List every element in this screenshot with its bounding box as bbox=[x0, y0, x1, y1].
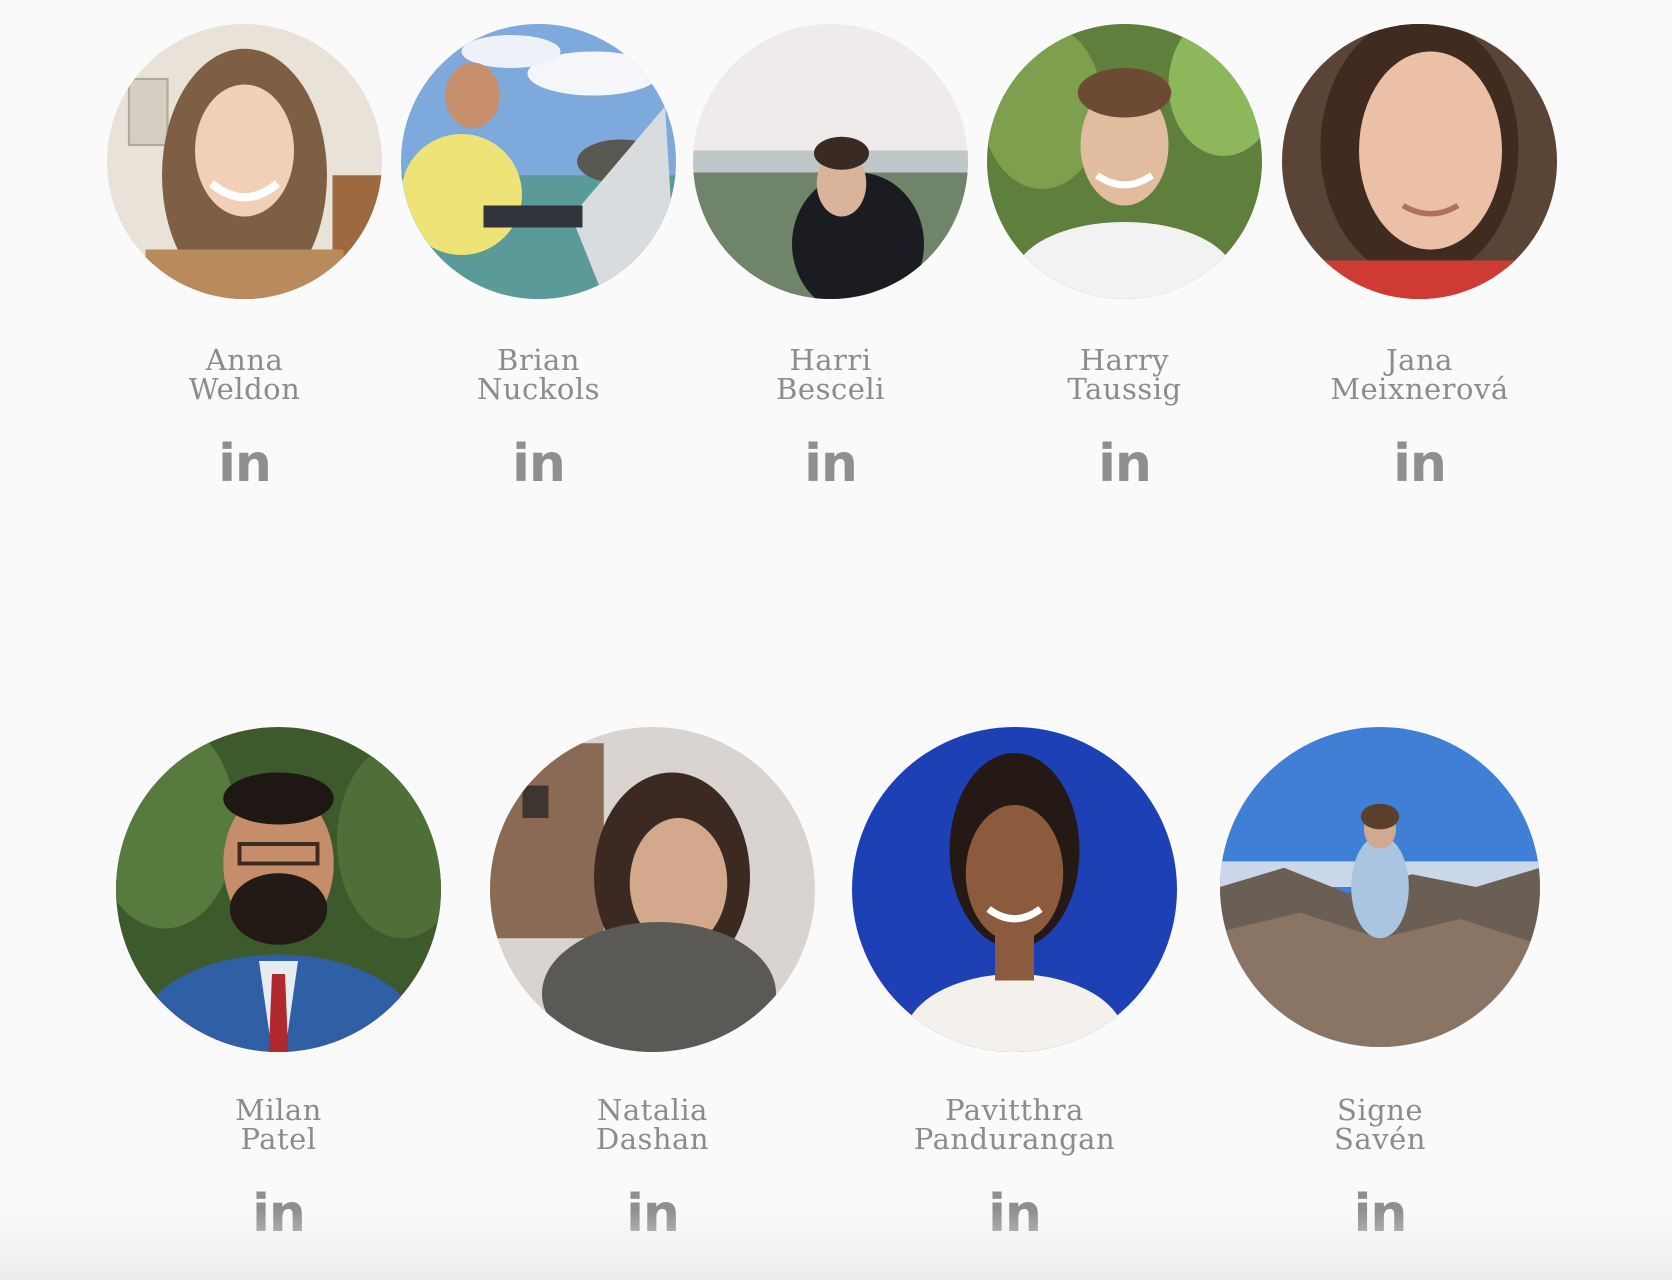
linkedin-icon[interactable]: in bbox=[1354, 1188, 1408, 1240]
member-last-name: Pandurangan bbox=[913, 1122, 1116, 1156]
member-first-name: Pavitthra bbox=[945, 1093, 1084, 1127]
member-first-name: Milan bbox=[235, 1093, 322, 1127]
member-last-name: Dashan bbox=[595, 1122, 710, 1156]
member-photo bbox=[116, 727, 441, 1052]
linkedin-icon[interactable]: in bbox=[988, 1188, 1042, 1240]
linkedin-icon[interactable]: in bbox=[252, 1188, 306, 1240]
member-first-name: Signe bbox=[1336, 1093, 1424, 1127]
team-member-signe-saven: Signe Savén in bbox=[1220, 727, 1540, 1240]
member-photo bbox=[1220, 727, 1540, 1047]
team-member-natalia-dashan: Natalia Dashan in bbox=[490, 727, 815, 1240]
member-photo bbox=[852, 727, 1177, 1052]
member-first-name: Natalia bbox=[597, 1093, 708, 1127]
team-member-milan-patel: Milan Patel in bbox=[116, 727, 441, 1240]
member-name: Pavitthra Pandurangan bbox=[914, 1096, 1115, 1154]
member-name: Natalia Dashan bbox=[596, 1096, 709, 1154]
team-row-2: Milan Patel in Natalia Dashan in Pavitth… bbox=[0, 0, 1672, 1280]
member-last-name: Savén bbox=[1334, 1122, 1426, 1156]
member-photo bbox=[490, 727, 815, 1052]
member-last-name: Patel bbox=[240, 1122, 317, 1156]
member-name: Milan Patel bbox=[235, 1096, 322, 1154]
team-member-pavitthra-pandurangan: Pavitthra Pandurangan in bbox=[852, 727, 1177, 1240]
member-name: Signe Savén bbox=[1334, 1096, 1426, 1154]
linkedin-icon[interactable]: in bbox=[626, 1188, 680, 1240]
